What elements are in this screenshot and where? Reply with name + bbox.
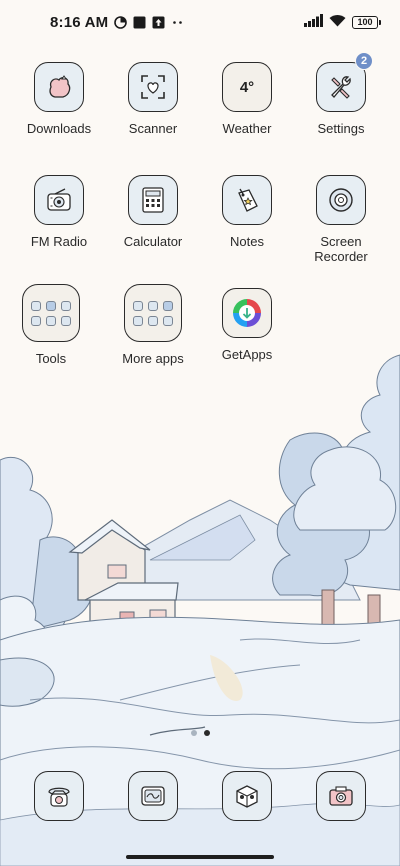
mini-app-icon bbox=[31, 300, 41, 311]
square-notification-icon bbox=[133, 16, 146, 29]
app-getapps[interactable]: GetApps bbox=[197, 288, 297, 362]
folder-more-apps[interactable]: More apps bbox=[103, 284, 203, 366]
page-indicator[interactable] bbox=[0, 730, 400, 736]
mini-app-icon bbox=[46, 315, 56, 326]
app-label: Downloads bbox=[26, 121, 92, 136]
status-time: 8:16 AM bbox=[50, 13, 109, 31]
calculator-icon bbox=[128, 175, 178, 225]
more-apps-folder-icon bbox=[124, 284, 182, 342]
phone-icon[interactable] bbox=[34, 771, 84, 821]
page-dot[interactable] bbox=[190, 730, 197, 736]
mini-app-icon bbox=[163, 315, 173, 326]
folder-preview bbox=[133, 300, 173, 326]
app-weather[interactable]: 4° Weather bbox=[197, 62, 297, 136]
status-bar: 8:16 AM 100 bbox=[0, 0, 400, 44]
status-right: 100 bbox=[304, 13, 381, 31]
app-fm-radio[interactable]: FM Radio bbox=[9, 175, 109, 249]
notes-icon bbox=[222, 175, 272, 225]
mini-app-icon bbox=[61, 315, 71, 326]
app-label: Calculator bbox=[123, 234, 183, 249]
status-left: 8:16 AM bbox=[50, 14, 184, 31]
camera-icon[interactable] bbox=[316, 771, 366, 821]
app-label: Screen Recorder bbox=[314, 234, 368, 264]
app-label: Weather bbox=[222, 121, 272, 136]
messages-icon[interactable] bbox=[128, 771, 178, 821]
app-label: FM Radio bbox=[30, 234, 88, 249]
app-notes[interactable]: Notes bbox=[197, 175, 297, 249]
weather-icon: 4° bbox=[222, 62, 272, 112]
upload-notification-icon bbox=[152, 16, 165, 29]
app-label: GetApps bbox=[221, 347, 273, 362]
tools-folder-icon bbox=[22, 284, 80, 342]
notification-badge: 2 bbox=[355, 52, 373, 70]
mini-app-icon bbox=[31, 315, 41, 326]
settings-icon: 2 bbox=[316, 52, 373, 112]
app-label: Notes bbox=[230, 234, 264, 249]
weather-temperature: 4° bbox=[239, 78, 255, 96]
pie-notification-icon bbox=[114, 15, 128, 29]
app-label: Scanner bbox=[128, 121, 178, 136]
mini-app-icon bbox=[148, 300, 158, 311]
app-scanner[interactable]: Scanner bbox=[103, 62, 203, 136]
app-settings[interactable]: 2 Settings bbox=[291, 52, 391, 136]
mini-app-icon bbox=[163, 300, 173, 311]
mini-app-icon bbox=[148, 315, 158, 326]
battery-icon: 100 bbox=[352, 15, 381, 29]
mini-app-icon bbox=[61, 300, 71, 311]
home-indicator[interactable] bbox=[126, 855, 274, 859]
app-downloads[interactable]: Downloads bbox=[9, 62, 109, 136]
page-dot-active[interactable] bbox=[203, 730, 210, 736]
scanner-icon bbox=[128, 62, 178, 112]
signal-icon bbox=[304, 13, 323, 31]
downloads-icon bbox=[34, 62, 84, 112]
radio-icon bbox=[34, 175, 84, 225]
folder-preview bbox=[31, 300, 71, 326]
mini-app-icon bbox=[133, 315, 143, 326]
screen-recorder-icon bbox=[316, 175, 366, 225]
app-label: Settings bbox=[317, 121, 365, 136]
app-label: Tools bbox=[35, 351, 67, 366]
app-calculator[interactable]: Calculator bbox=[103, 175, 203, 249]
more-notifications-icon bbox=[171, 16, 184, 29]
getapps-icon bbox=[222, 288, 272, 338]
folder-tools[interactable]: Tools bbox=[1, 284, 101, 366]
app-screen-recorder[interactable]: Screen Recorder bbox=[291, 175, 391, 264]
mini-app-icon bbox=[133, 300, 143, 311]
app-label: More apps bbox=[122, 351, 184, 366]
wifi-icon bbox=[329, 14, 346, 31]
mini-app-icon bbox=[46, 300, 56, 311]
browser-icon[interactable] bbox=[222, 771, 272, 821]
